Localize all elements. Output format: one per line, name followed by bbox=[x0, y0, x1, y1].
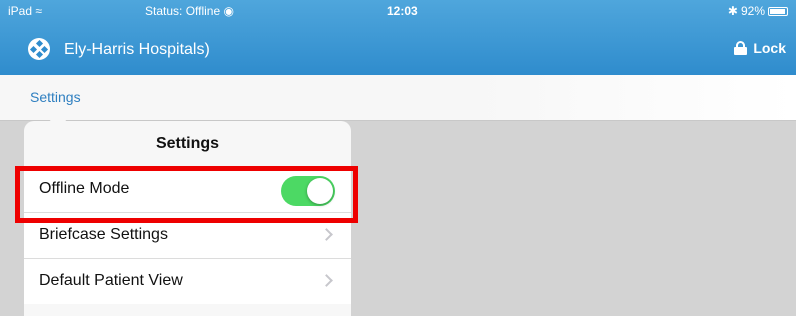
device-label: iPad bbox=[8, 4, 33, 18]
sync-icon: ◉ bbox=[223, 4, 234, 18]
lock-button[interactable]: Lock bbox=[734, 40, 786, 56]
status-right: ✱ 92% bbox=[728, 4, 788, 18]
status-time: 12:03 bbox=[387, 4, 418, 18]
popover-title: Settings bbox=[155, 135, 220, 152]
app-title: Ely-Harris Hospitals) bbox=[64, 41, 210, 58]
chevron-right-icon bbox=[320, 274, 333, 287]
status-label: Status: Offline bbox=[145, 4, 221, 18]
wifi-icon: ≈ bbox=[35, 4, 42, 18]
app-header: iPad ≈ Status: Offline ◉ 12:03 ✱ 92% Ely… bbox=[0, 0, 796, 75]
briefcase-settings-label: Briefcase Settings bbox=[39, 226, 168, 243]
lock-label: Lock bbox=[753, 40, 786, 56]
chevron-right-icon bbox=[320, 228, 333, 241]
battery-icon bbox=[768, 6, 788, 16]
status-connection: Status: Offline ◉ bbox=[145, 4, 234, 18]
settings-nav-button[interactable]: Settings bbox=[30, 89, 81, 105]
lock-icon bbox=[734, 41, 748, 55]
default-patient-view-row[interactable]: Default Patient View bbox=[24, 258, 351, 304]
status-bar: iPad ≈ Status: Offline ◉ 12:03 ✱ 92% bbox=[0, 0, 796, 22]
default-patient-view-label: Default Patient View bbox=[39, 272, 183, 289]
nav-bar: Settings bbox=[0, 75, 796, 121]
highlight-box bbox=[15, 166, 358, 223]
title-bar: Ely-Harris Hospitals) Lock bbox=[0, 32, 796, 68]
app-logo-icon[interactable] bbox=[28, 38, 50, 60]
status-device: iPad ≈ bbox=[8, 4, 42, 18]
battery-label: 92% bbox=[740, 4, 765, 18]
bluetooth-icon: ✱ bbox=[727, 4, 738, 18]
